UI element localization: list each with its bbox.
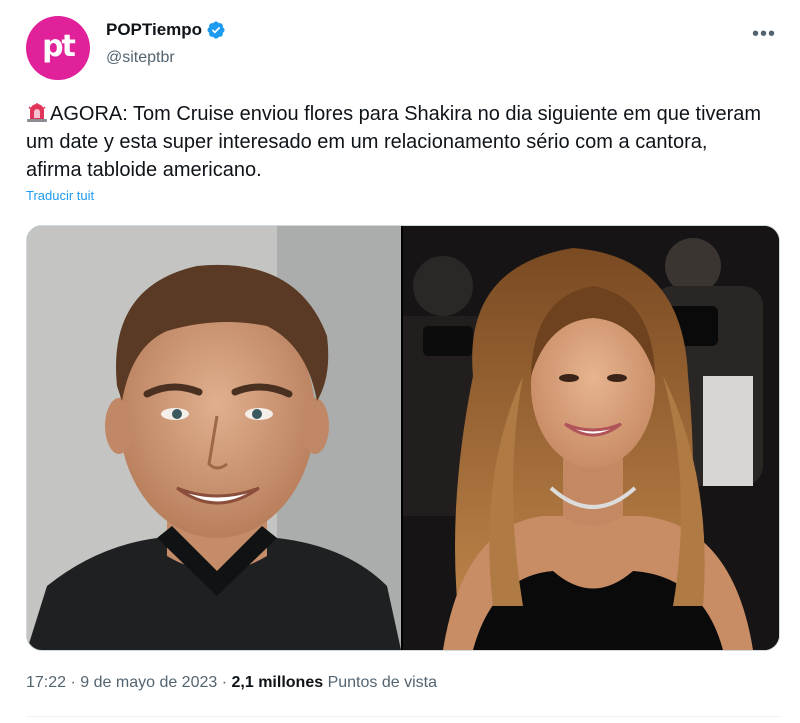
- tweet-date[interactable]: 9 de mayo de 2023: [80, 674, 217, 691]
- divider: [26, 716, 780, 717]
- tweet-card: pt POPTiempo @siteptbr ••• AGORA: Tom Cr…: [0, 0, 800, 723]
- author-handle[interactable]: @siteptbr: [106, 49, 175, 67]
- meta-separator-2: ·: [221, 674, 228, 691]
- author-avatar[interactable]: pt: [26, 16, 90, 80]
- woman-portrait-illustration: [403, 226, 779, 650]
- author-display-name[interactable]: POPTiempo: [106, 20, 202, 40]
- author-name-row: POPTiempo: [106, 20, 226, 40]
- photo-man-portrait[interactable]: [27, 226, 401, 650]
- tweet-text-content: AGORA: Tom Cruise enviou flores para Sha…: [26, 103, 762, 181]
- avatar-logo-text: pt: [42, 28, 76, 64]
- views-count: 2,1 millones: [231, 674, 324, 691]
- photo-woman-red-carpet[interactable]: [403, 226, 779, 650]
- translate-link[interactable]: Traducir tuit: [26, 188, 94, 203]
- tweet-time[interactable]: 17:22: [26, 674, 66, 691]
- tweet-meta: 17:22 · 9 de mayo de 2023 · 2,1 millones…: [26, 674, 437, 692]
- views-label: Puntos de vista: [327, 674, 437, 691]
- tweet-text: AGORA: Tom Cruise enviou flores para Sha…: [26, 100, 766, 184]
- siren-emoji-icon: [27, 103, 47, 122]
- more-options-icon[interactable]: •••: [748, 18, 780, 50]
- verified-badge-icon[interactable]: [206, 20, 226, 40]
- media-grid: [26, 225, 780, 651]
- meta-separator: ·: [70, 674, 76, 691]
- man-portrait-illustration: [27, 226, 401, 650]
